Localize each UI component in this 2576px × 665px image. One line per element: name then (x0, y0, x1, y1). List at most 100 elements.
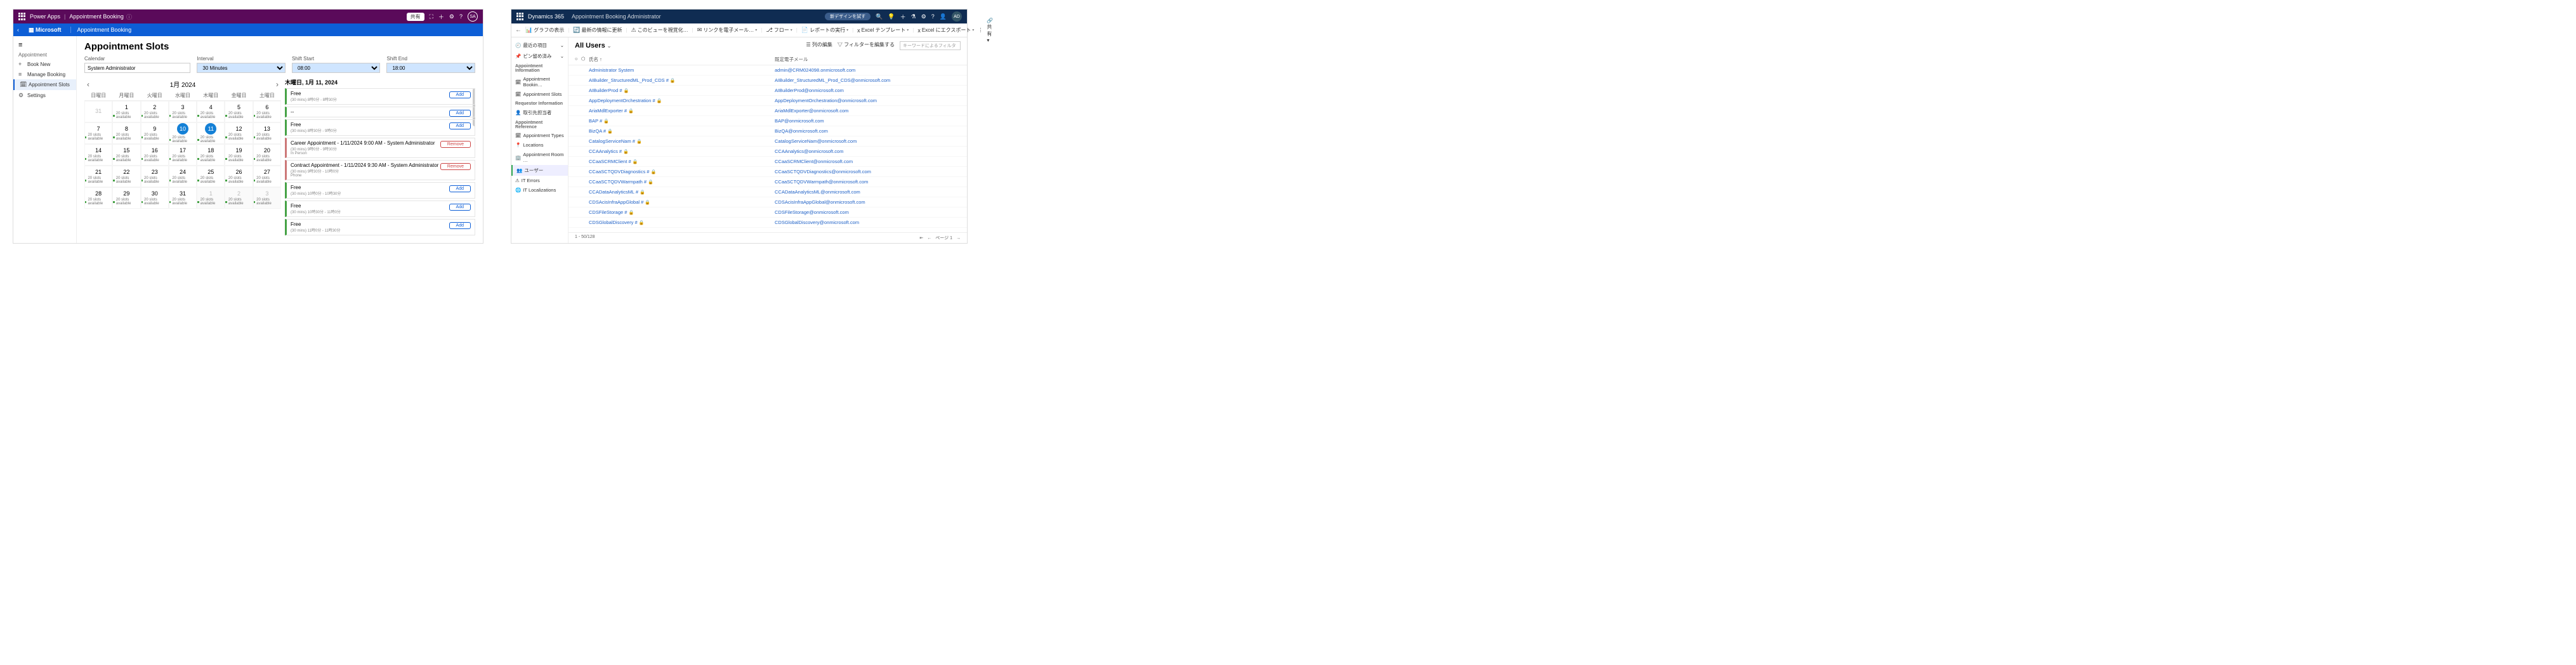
calendar-day[interactable]: 820 slots available (112, 122, 140, 144)
row-email[interactable]: CCaaSCRMClient@onmicrosoft.com (775, 159, 961, 164)
shiftstart-select[interactable]: 08:00 (292, 63, 381, 73)
add-button[interactable]: Add (449, 110, 471, 117)
row-name[interactable]: AIBuilder_StructuredML_Prod_CDS #🔒 (589, 77, 775, 83)
calendar-day[interactable]: 320 slots available (169, 101, 197, 122)
row-name[interactable]: CDSFileStorage #🔒 (589, 209, 775, 215)
chevron-down-icon[interactable]: ⌄ (607, 43, 612, 49)
sidebar-item[interactable]: 👥ユーザー (511, 165, 568, 176)
cmd-item[interactable]: ⎇フロー▾ (766, 27, 792, 34)
sidebar-item[interactable]: 🗓Appointment Slots (13, 79, 76, 90)
back-icon[interactable]: ‹ (17, 27, 25, 33)
shiftend-select[interactable]: 18:00 (386, 63, 475, 73)
calendar-day[interactable]: 520 slots available (225, 101, 253, 122)
row-name[interactable]: CCaaSCTQDVWarmpath #🔒 (589, 179, 775, 185)
row-email[interactable]: AppDeploymentOrchestration@onmicrosoft.c… (775, 98, 961, 103)
add-button[interactable]: Add (449, 222, 471, 229)
calendar-day[interactable]: 2720 slots available (253, 166, 281, 187)
row-email[interactable]: AIBuilderProd@onmicrosoft.com (775, 88, 961, 93)
cmd-item[interactable]: 🔄最新の情報に更新 (573, 27, 622, 34)
table-row[interactable]: CCADataAnalyticsML #🔒CCADataAnalyticsML@… (568, 187, 967, 197)
help-icon[interactable]: ? (459, 13, 463, 20)
slot-item[interactable]: Career Appointment - 1/11/2024 9:00 AM -… (285, 138, 475, 158)
calendar-day[interactable]: 420 slots available (197, 101, 225, 122)
row-email[interactable]: AriaMdlExporter@onmicrosoft.com (775, 108, 961, 114)
calendar-day[interactable]: 3020 slots available (141, 187, 169, 209)
add-button[interactable]: Add (449, 204, 471, 211)
calendar-day[interactable]: 1020 slots available (169, 122, 197, 144)
slot-item[interactable]: --Add (285, 107, 475, 117)
back-icon[interactable]: ← (515, 27, 522, 34)
row-name[interactable]: CDSGlobalDiscovery #🔒 (589, 220, 775, 225)
calendar-day[interactable]: 2020 slots available (253, 144, 281, 166)
share-button[interactable]: 🔗 共有 ▾ (987, 18, 993, 43)
calendar-day[interactable]: 220 slots available (225, 187, 253, 209)
row-email[interactable]: CCAAnalytics@onmicrosoft.com (775, 148, 961, 154)
cmd-item[interactable]: xExcel にエクスポート▾ (917, 27, 974, 34)
table-row[interactable]: BizQA #🔒BizQA@onmicrosoft.com (568, 126, 967, 136)
calendar-day[interactable]: 2320 slots available (141, 166, 169, 187)
calendar-day[interactable]: 1620 slots available (141, 144, 169, 166)
sidebar-item[interactable]: 📍Locations (511, 140, 568, 150)
col-name[interactable]: 氏名 ↑ (589, 56, 775, 63)
calendar-day[interactable]: 1120 slots available (197, 122, 225, 144)
row-name[interactable]: CCADataAnalyticsML #🔒 (589, 189, 775, 195)
table-row[interactable]: AriaMdlExporter #🔒AriaMdlExporter@onmicr… (568, 106, 967, 116)
help-icon[interactable]: ? (931, 13, 935, 20)
share-button[interactable]: 共有 (407, 13, 424, 21)
fullscreen-icon[interactable]: ⛶ (430, 13, 433, 20)
gear-icon[interactable]: ⚙ (921, 13, 926, 20)
calendar-day[interactable]: 2620 slots available (225, 166, 253, 187)
table-row[interactable]: Administrator Systemadmin@CRM024098.onmi… (568, 65, 967, 76)
row-name[interactable]: BAP #🔒 (589, 118, 775, 124)
search-input[interactable]: キーワードによるフィルタ (900, 41, 961, 50)
edit-filters[interactable]: ▽ フィルターを編集する (838, 41, 895, 50)
row-email[interactable]: CCaaSCTQDVWarmpath@onmicrosoft.com (775, 179, 961, 185)
calendar-day[interactable]: 620 slots available (253, 101, 281, 122)
table-row[interactable]: CDSAcisInfraAppGlobal #🔒CDSAcisInfraAppG… (568, 197, 967, 207)
sidebar-item[interactable]: 🌐IT Localizations (511, 185, 568, 195)
calendar-day[interactable]: 1520 slots available (112, 144, 140, 166)
row-email[interactable]: CCADataAnalyticsML@onmicrosoft.com (775, 189, 961, 195)
row-email[interactable]: CDSGlobalDiscovery@onmicrosoft.com (775, 220, 961, 225)
sidebar-item[interactable]: 👤取引先担当者 (511, 107, 568, 118)
row-name[interactable]: CCaaSCTQDVDiagnostics #🔒 (589, 169, 775, 174)
slot-item[interactable]: Free(30 mins) 11時0分 - 11時30分Add (285, 219, 475, 235)
row-name[interactable]: CDSAcisInfraAppGlobal #🔒 (589, 199, 775, 205)
add-button[interactable]: Add (449, 91, 471, 98)
sidebar-item[interactable]: 🗓Appointment Slots (511, 89, 568, 99)
next-page-icon[interactable]: → (956, 236, 961, 240)
cmd-item[interactable]: ✉リンクを電子メール…▾ (697, 27, 758, 34)
row-name[interactable]: AriaMdlExporter #🔒 (589, 108, 775, 114)
plus-icon[interactable]: ＋ (900, 13, 906, 21)
table-row[interactable]: CCaaSCTQDVWarmpath #🔒CCaaSCTQDVWarmpath@… (568, 177, 967, 187)
calendar-day[interactable]: 120 slots available (112, 101, 140, 122)
calendar-day[interactable]: 31 (84, 101, 112, 122)
cmd-item[interactable]: 📄レポートの実行▾ (801, 27, 848, 34)
search-icon[interactable]: 🔍 (876, 13, 883, 20)
row-name[interactable]: AppDeploymentOrchestration #🔒 (589, 98, 775, 103)
recent-items[interactable]: 🕘最近の項目⌄ (511, 40, 568, 51)
calendar-day[interactable]: 720 slots available (84, 122, 112, 144)
calendar-day[interactable]: 2820 slots available (84, 187, 112, 209)
add-button[interactable]: Add (449, 185, 471, 192)
bulb-icon[interactable]: 💡 (888, 13, 895, 20)
row-name[interactable]: Administrator System (589, 67, 775, 73)
sidebar-item[interactable]: 🗓Appointment Types (511, 131, 568, 140)
table-row[interactable]: CDSFileStorage #🔒CDSFileStorage@onmicros… (568, 207, 967, 218)
table-row[interactable]: CCAAnalytics #🔒CCAAnalytics@onmicrosoft.… (568, 147, 967, 157)
calendar-day[interactable]: 2120 slots available (84, 166, 112, 187)
calendar-day[interactable]: 2420 slots available (169, 166, 197, 187)
row-email[interactable]: CCaaSCTQDVDiagnostics@onmicrosoft.com (775, 169, 961, 174)
row-name[interactable]: BizQA #🔒 (589, 128, 775, 134)
view-title[interactable]: All Users (575, 42, 605, 49)
avatar[interactable]: AD (952, 11, 962, 22)
table-row[interactable]: BAP #🔒BAP@onmicrosoft.com (568, 116, 967, 126)
row-email[interactable]: AIBuilder_StructuredML_Prod_CDS@onmicros… (775, 77, 961, 83)
calendar-day[interactable]: 2220 slots available (112, 166, 140, 187)
table-row[interactable]: CCaaSCTQDVDiagnostics #🔒CCaaSCTQDVDiagno… (568, 167, 967, 177)
slot-item[interactable]: Free(30 mins) 10時0分 - 10時30分Add (285, 182, 475, 199)
slot-item[interactable]: Free(30 mins) 8時30分 - 9時0分Add (285, 119, 475, 136)
sidebar-item[interactable]: ⚙Settings (13, 90, 76, 101)
hierarchy-icon[interactable]: ⬡ (581, 56, 589, 63)
calendar-day[interactable]: 120 slots available (197, 187, 225, 209)
